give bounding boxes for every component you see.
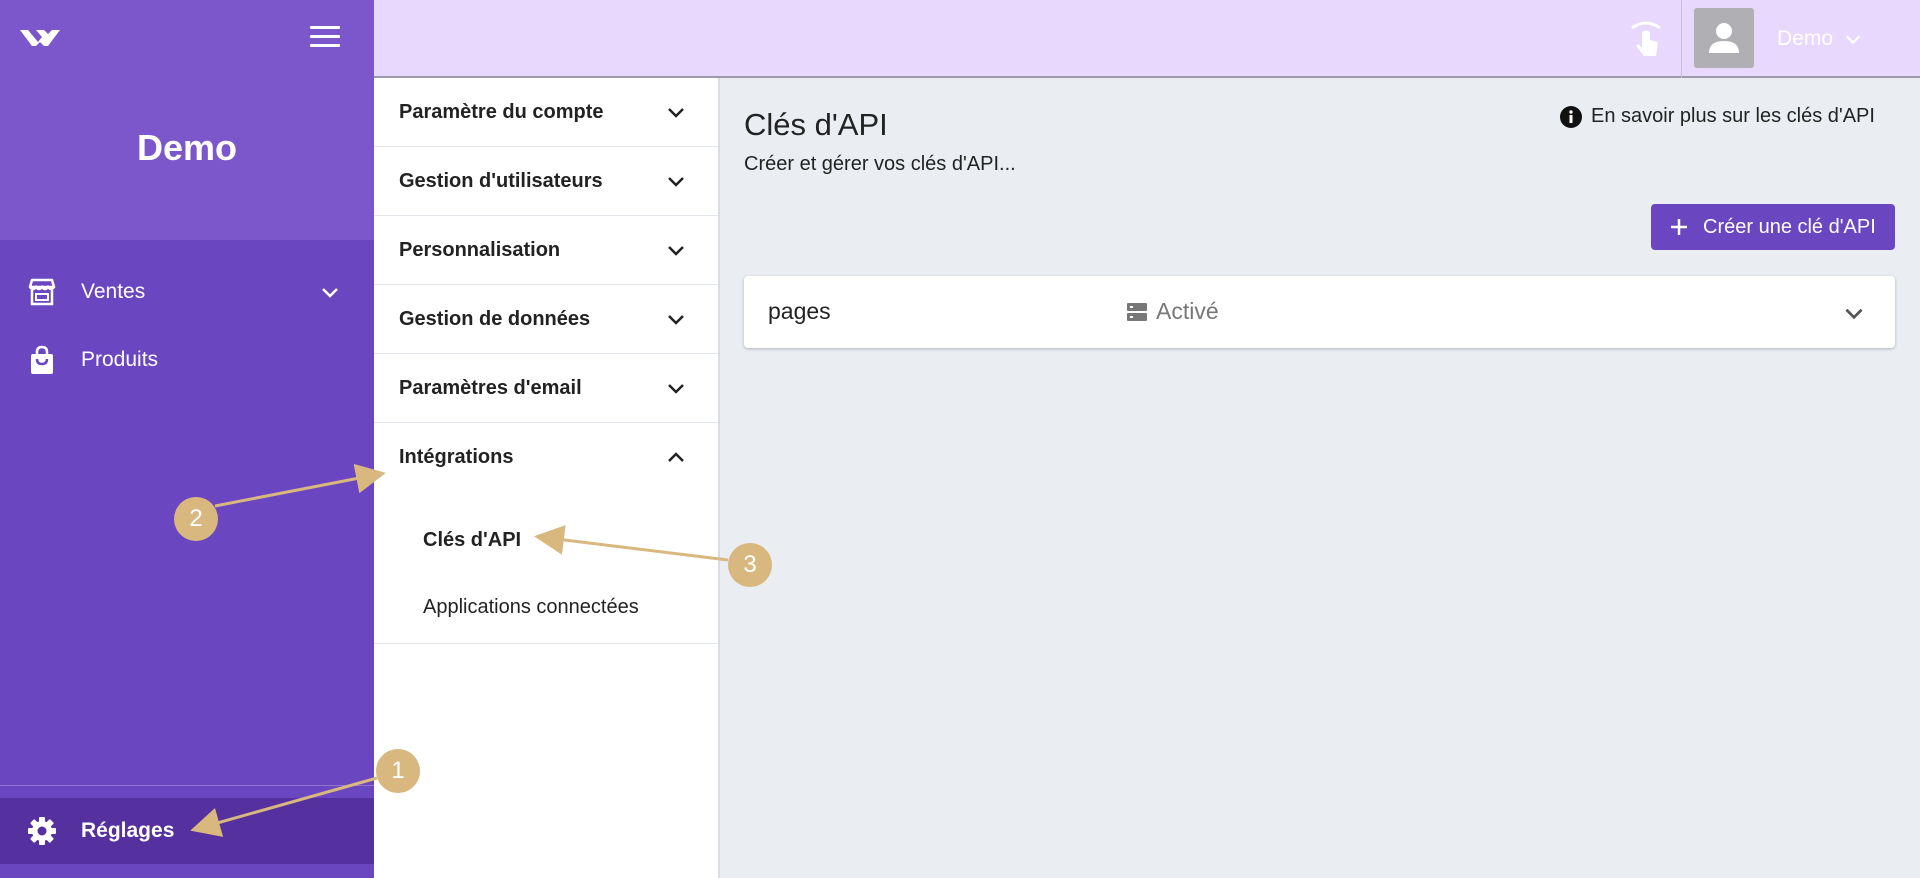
brand-name: Demo — [136, 127, 238, 168]
topbar-separator — [1681, 0, 1682, 78]
api-key-row[interactable]: pages Activé — [744, 276, 1895, 348]
sidebar: Demo Ventes Produits Réglages — [0, 0, 374, 878]
sidebar-item-label: Réglages — [81, 819, 175, 842]
user-menu-label[interactable]: Demo — [1777, 27, 1833, 51]
topbar: Demo — [374, 0, 1920, 78]
menu-section-integrations[interactable]: Intégrations — [374, 423, 718, 492]
chevron-up-icon — [668, 451, 684, 462]
menu-section-label: Paramètre du compte — [399, 100, 604, 123]
menu-divider — [374, 643, 718, 644]
touch-icon[interactable] — [1626, 18, 1666, 58]
menu-item-cles-api[interactable]: Clés d'API — [423, 529, 521, 552]
page-subtitle: Créer et gérer vos clés d'API... — [744, 153, 1016, 175]
chevron-down-icon[interactable] — [1842, 28, 1864, 50]
menu-section-gestion-donnees[interactable]: Gestion de données — [374, 285, 718, 354]
page-title: Clés d'API — [744, 107, 888, 142]
create-api-key-label: Créer une clé d'API — [1703, 215, 1876, 238]
annotation-badge-2: 2 — [174, 497, 218, 541]
menu-section-label: Gestion de données — [399, 307, 591, 330]
chevron-down-icon — [668, 108, 684, 118]
chevron-down-icon — [668, 246, 684, 256]
sidebar-header: Demo — [0, 0, 374, 240]
settings-menu: Paramètre du compte Gestion d'utilisateu… — [374, 78, 720, 878]
chevron-down-icon — [322, 288, 338, 298]
menu-item-applications-connectees[interactable]: Applications connectées — [423, 596, 639, 619]
chevron-down-icon — [668, 315, 684, 325]
menu-section-personnalisation[interactable]: Personnalisation — [374, 216, 718, 285]
chevron-down-icon — [668, 384, 684, 394]
menu-section-label: Intégrations — [399, 446, 514, 468]
user-icon — [1709, 23, 1739, 53]
menu-section-parametre-compte[interactable]: Paramètre du compte — [374, 78, 718, 147]
annotation-badge-3: 3 — [728, 543, 772, 587]
sidebar-item-reglages[interactable]: Réglages — [0, 798, 374, 864]
info-icon — [1560, 105, 1582, 128]
chevron-down-icon[interactable] — [1841, 300, 1867, 326]
store-icon — [26, 276, 58, 308]
menu-section-label: Paramètres d'email — [399, 376, 582, 399]
sidebar-item-produits[interactable]: Produits — [0, 328, 374, 392]
menu-section-label: Gestion d'utilisateurs — [399, 169, 603, 192]
learn-more-link[interactable]: En savoir plus sur les clés d'API — [1560, 105, 1875, 128]
server-icon — [1127, 302, 1147, 321]
api-key-name: pages — [768, 298, 831, 324]
menu-section-parametres-email[interactable]: Paramètres d'email — [374, 354, 718, 423]
status-badge: Activé — [1126, 298, 1219, 325]
sidebar-item-label: Ventes — [81, 280, 146, 303]
sidebar-item-ventes[interactable]: Ventes — [0, 260, 374, 324]
menu-section-gestion-utilisateurs[interactable]: Gestion d'utilisateurs — [374, 147, 718, 216]
shopping-bag-icon — [26, 344, 58, 376]
menu-toggle-icon[interactable] — [310, 26, 340, 50]
annotation-badge-1: 1 — [376, 749, 420, 793]
menu-section-label: Personnalisation — [399, 238, 561, 261]
sidebar-divider — [0, 785, 374, 786]
create-api-key-button[interactable]: Créer une clé d'API — [1651, 204, 1895, 250]
avatar[interactable] — [1694, 8, 1754, 68]
logo-icon[interactable] — [18, 22, 62, 54]
api-key-status: Activé — [1156, 298, 1219, 324]
learn-more-label: En savoir plus sur les clés d'API — [1591, 105, 1875, 127]
chevron-down-icon — [668, 177, 684, 187]
gear-icon — [26, 815, 58, 847]
plus-icon — [1671, 219, 1687, 235]
sidebar-item-label: Produits — [81, 348, 159, 371]
